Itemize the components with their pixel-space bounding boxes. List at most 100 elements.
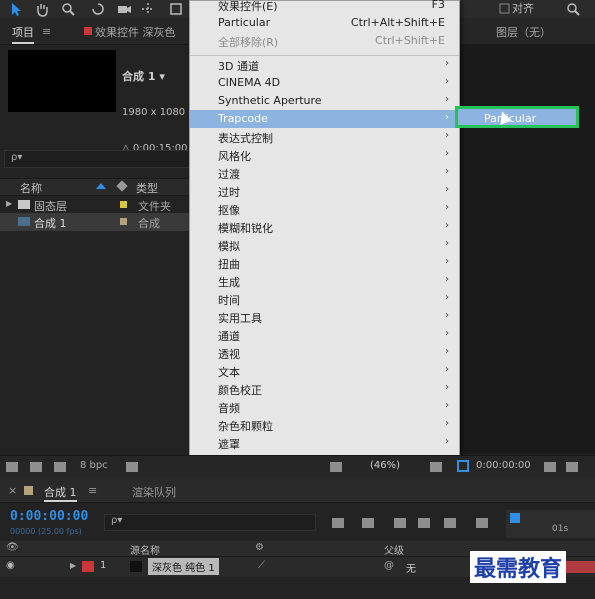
project-footer: 8 bpc (46%) 0:00:00:00 bbox=[0, 455, 595, 478]
shy-layers-icon[interactable] bbox=[394, 518, 406, 528]
interpret-footage-icon[interactable] bbox=[6, 462, 18, 472]
menu-item-synthetic-aperture[interactable]: Synthetic Aperture › bbox=[190, 92, 459, 110]
playhead-icon[interactable] bbox=[510, 513, 520, 523]
chevron-right-icon: › bbox=[445, 220, 449, 231]
menu-item[interactable]: 表达式控制 › bbox=[190, 128, 459, 146]
current-time-display[interactable]: 0:00:00:00 bbox=[10, 509, 88, 524]
tab-comp-1[interactable]: 合成 1 bbox=[44, 484, 77, 502]
menu-item[interactable]: 模糊和锐化 › bbox=[190, 218, 459, 236]
draft-3d-icon[interactable] bbox=[362, 518, 374, 528]
tag-icon[interactable] bbox=[116, 180, 128, 192]
close-icon[interactable]: × bbox=[8, 484, 17, 497]
panel-menu-icon[interactable]: ≡ bbox=[88, 484, 97, 497]
time-ruler[interactable]: 01s bbox=[506, 510, 595, 538]
menu-item[interactable]: 模拟 › bbox=[190, 236, 459, 254]
layer-switches-icon[interactable]: ⚙ bbox=[255, 542, 264, 553]
menu-item[interactable]: 扭曲 › bbox=[190, 254, 459, 272]
sort-arrow-icon[interactable] bbox=[96, 183, 106, 189]
av-features-icon[interactable]: 👁 bbox=[6, 542, 19, 553]
tab-project[interactable]: 项目 bbox=[12, 24, 34, 44]
menu-item[interactable]: 实用工具 › bbox=[190, 308, 459, 326]
search-help-icon[interactable] bbox=[565, 1, 581, 17]
menu-item[interactable]: 抠像 › bbox=[190, 200, 459, 218]
list-item[interactable]: 合成 1 合成 bbox=[0, 213, 190, 231]
menu-item[interactable]: 全部移除(R) Ctrl+Shift+E bbox=[190, 32, 459, 50]
expand-arrow-icon[interactable]: ▶ bbox=[6, 199, 12, 208]
label-column-icon[interactable] bbox=[8, 181, 18, 191]
motion-blur-icon[interactable] bbox=[444, 518, 456, 528]
trapcode-submenu-item-particular[interactable]: Particular bbox=[455, 106, 579, 128]
menu-item[interactable]: 通道 › bbox=[190, 326, 459, 344]
new-folder-icon[interactable] bbox=[30, 462, 42, 472]
graph-editor-icon[interactable] bbox=[476, 518, 488, 528]
layer-index: 1 bbox=[100, 560, 107, 571]
menu-item-trapcode[interactable]: Trapcode › bbox=[190, 110, 459, 128]
show-channel-icon[interactable] bbox=[566, 462, 578, 472]
column-type[interactable]: 类型 bbox=[136, 180, 158, 196]
menu-item[interactable]: 过时 › bbox=[190, 182, 459, 200]
project-search-input[interactable]: ρ▾ bbox=[4, 150, 191, 168]
column-name[interactable]: 名称 bbox=[20, 180, 42, 196]
column-parent[interactable]: 父级 bbox=[384, 542, 404, 557]
tab-layer[interactable]: 图层（无） bbox=[496, 24, 551, 40]
item-type: 合成 bbox=[138, 217, 160, 230]
menu-item[interactable]: 杂色和颗粒 › bbox=[190, 416, 459, 434]
parent-dropdown[interactable]: 无 bbox=[406, 560, 416, 575]
layer-name[interactable]: 深灰色 纯色 1 bbox=[148, 558, 219, 575]
label-color-swatch[interactable] bbox=[82, 561, 94, 572]
menu-item[interactable]: 效果控件(E) F3 bbox=[190, 0, 459, 14]
always-preview-icon[interactable] bbox=[330, 462, 342, 472]
menu-item[interactable]: 过渡 › bbox=[190, 164, 459, 182]
list-item[interactable]: ▶ 固态层 文件夹 bbox=[0, 196, 190, 214]
bit-depth-label[interactable]: 8 bpc bbox=[80, 460, 108, 471]
item-type: 文件夹 bbox=[138, 200, 171, 213]
zoom-level[interactable]: (46%) bbox=[370, 460, 400, 471]
pickwhip-icon[interactable]: @ bbox=[384, 560, 394, 571]
menu-item[interactable]: 风格化 › bbox=[190, 146, 459, 164]
panel-menu-icon[interactable]: ≡ bbox=[42, 25, 51, 38]
timeline-tab-bar: × 合成 1 ≡ 渲染队列 bbox=[0, 478, 595, 503]
chevron-right-icon: › bbox=[445, 400, 449, 411]
new-composition-icon[interactable] bbox=[54, 462, 66, 472]
expand-arrow-icon[interactable]: ▶ bbox=[70, 561, 76, 570]
tab-render-queue[interactable]: 渲染队列 bbox=[132, 484, 176, 500]
menu-item[interactable]: 时间 › bbox=[190, 290, 459, 308]
camera-tool-icon[interactable] bbox=[116, 1, 132, 17]
quality-switch-icon[interactable]: ⟋ bbox=[258, 560, 265, 571]
chevron-right-icon: › bbox=[445, 256, 449, 267]
shape-tool-icon[interactable] bbox=[168, 1, 184, 17]
hand-tool-icon[interactable] bbox=[34, 1, 50, 17]
chevron-right-icon: › bbox=[445, 310, 449, 321]
timeline-search-input[interactable]: ρ▾ bbox=[104, 514, 316, 531]
trash-icon[interactable] bbox=[126, 462, 138, 472]
selection-tool-icon[interactable] bbox=[8, 1, 24, 17]
menu-item[interactable]: Particular Ctrl+Alt+Shift+E bbox=[190, 14, 459, 32]
viewer-time[interactable]: 0:00:00:00 bbox=[476, 460, 531, 471]
menu-item[interactable]: 遮罩 › bbox=[190, 434, 459, 452]
comp-mini-flowchart-icon[interactable] bbox=[332, 518, 344, 528]
menu-item[interactable]: 颜色校正 › bbox=[190, 380, 459, 398]
align-panel-label[interactable]: 对齐 bbox=[512, 0, 534, 16]
menu-item[interactable]: 音频 › bbox=[190, 398, 459, 416]
zoom-tool-icon[interactable] bbox=[60, 1, 76, 17]
folder-icon bbox=[18, 200, 30, 209]
column-source-name[interactable]: 源名称 bbox=[130, 542, 160, 557]
menu-item[interactable]: 透视 › bbox=[190, 344, 459, 362]
menu-item-3d-channel[interactable]: 3D 通道 › bbox=[190, 56, 459, 74]
frame-blending-icon[interactable] bbox=[418, 518, 430, 528]
comp-name[interactable]: 合成 1 ▾ bbox=[122, 71, 192, 83]
align-checkbox-icon[interactable] bbox=[497, 1, 513, 17]
menu-item-cinema4d[interactable]: CINEMA 4D › bbox=[190, 74, 459, 92]
label-color-swatch[interactable] bbox=[120, 201, 127, 208]
rotate-tool-icon[interactable] bbox=[90, 1, 106, 17]
pan-behind-tool-icon[interactable] bbox=[140, 1, 156, 17]
label-color-swatch[interactable] bbox=[120, 218, 127, 225]
snapshot-camera-icon[interactable] bbox=[544, 462, 556, 472]
mask-visibility-icon[interactable] bbox=[457, 460, 469, 472]
menu-item[interactable]: 文本 › bbox=[190, 362, 459, 380]
comp-thumbnail bbox=[8, 50, 116, 112]
tab-effect-controls[interactable]: 效果控件 深灰色 bbox=[95, 24, 176, 40]
grid-toggle-icon[interactable] bbox=[430, 462, 442, 472]
visibility-eye-icon[interactable]: ◉ bbox=[6, 560, 15, 571]
menu-item[interactable]: 生成 › bbox=[190, 272, 459, 290]
